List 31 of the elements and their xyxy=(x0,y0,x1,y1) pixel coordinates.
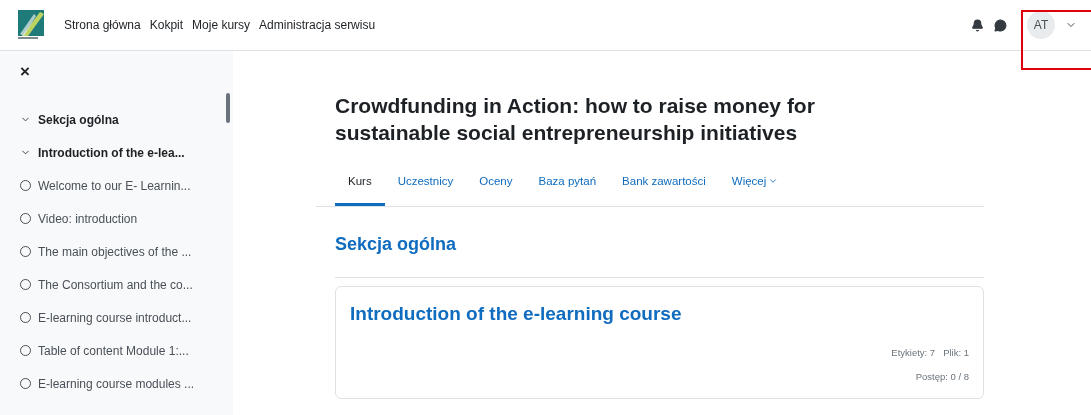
course-tab[interactable]: Baza pytań xyxy=(525,160,610,206)
progress-text: Postęp: 0 / 8 xyxy=(915,370,969,382)
nav-link[interactable]: Kokpit xyxy=(149,18,184,32)
section-link[interactable]: Sekcja ogólna xyxy=(38,112,119,127)
course-title: Crowdfunding in Action: how to raise money for sustainable social entrepreneurship initiatives xyxy=(335,93,816,146)
course-tab[interactable]: Kurs xyxy=(335,160,385,206)
scrollbar-thumb[interactable] xyxy=(226,93,230,123)
activity-link[interactable]: Video: introduction xyxy=(38,211,138,226)
section-title-link[interactable]: Introduction of the e-learning course xyxy=(350,302,969,325)
activity-link[interactable]: The main objectives of the ... xyxy=(38,244,192,259)
course-tab[interactable]: Oceny xyxy=(466,160,526,206)
section-link[interactable]: Introduction of the e-lea... xyxy=(38,145,185,160)
activity-link[interactable]: Welcome to our E- Learnin... xyxy=(38,178,191,193)
logo-icon[interactable] xyxy=(18,10,44,40)
close-button[interactable]: × xyxy=(20,63,30,80)
activity-link[interactable]: The Consortium and the co... xyxy=(38,277,193,292)
nav-link[interactable]: Moje kursy xyxy=(192,18,251,32)
chat-icon[interactable] xyxy=(994,18,1007,32)
activity-link[interactable]: Table of content Module 1:... xyxy=(38,343,189,358)
bell-icon[interactable] xyxy=(971,18,984,32)
section-heading: Sekcja ogólna xyxy=(335,233,984,278)
course-tab[interactable]: Uczestnicy xyxy=(384,160,467,206)
activity-link[interactable]: E-learning course introduct... xyxy=(38,310,192,325)
nav-link[interactable]: Strona główna xyxy=(64,18,141,32)
course-tab[interactable]: Bank zawartości xyxy=(609,160,719,206)
user-avatar[interactable]: AT xyxy=(1027,11,1055,39)
activity-count: Plik: 1 xyxy=(943,346,969,358)
course-tab[interactable]: Więcej xyxy=(718,160,792,206)
activity-link[interactable]: E-learning course modules ... xyxy=(38,376,195,391)
activity-count: Etykiety: 7 xyxy=(891,346,936,358)
nav-link[interactable]: Administracja serwisu xyxy=(259,18,376,32)
